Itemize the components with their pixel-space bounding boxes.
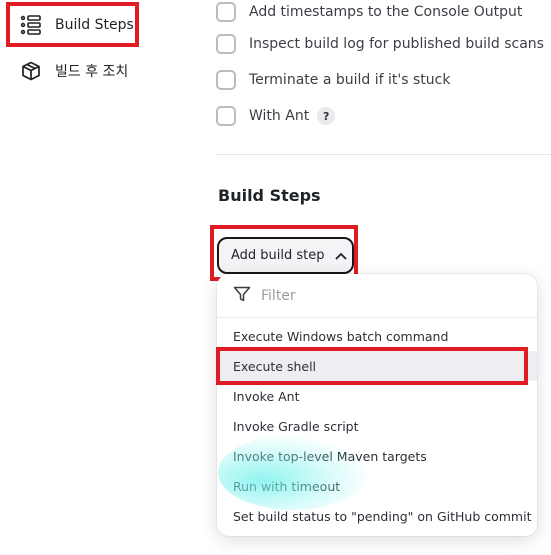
menu-item-invoke-ant[interactable]: Invoke Ant bbox=[217, 381, 537, 411]
section-title: Build Steps bbox=[218, 186, 321, 205]
checkbox[interactable] bbox=[216, 106, 236, 126]
option-with-ant[interactable]: With Ant ? bbox=[216, 104, 336, 128]
menu-item-invoke-maven[interactable]: Invoke top-level Maven targets bbox=[217, 441, 537, 471]
option-label: With Ant bbox=[249, 108, 310, 124]
menu-item-github-status[interactable]: Set build status to "pending" on GitHub … bbox=[217, 501, 537, 531]
build-step-dropdown: Execute Windows batch command Execute sh… bbox=[217, 274, 537, 536]
menu-item-windows-batch[interactable]: Execute Windows batch command bbox=[217, 321, 537, 351]
menu-item-invoke-gradle[interactable]: Invoke Gradle script bbox=[217, 411, 537, 441]
checkbox[interactable] bbox=[216, 2, 236, 22]
sidebar-item-label: 빌드 후 조치 bbox=[55, 64, 129, 80]
filter-input[interactable] bbox=[259, 286, 503, 305]
option-label: Inspect build log for published build sc… bbox=[249, 36, 544, 52]
sidebar-item-build-steps[interactable]: Build Steps bbox=[8, 6, 136, 44]
option-inspect-build-log[interactable]: Inspect build log for published build sc… bbox=[216, 32, 544, 56]
add-build-step-button[interactable]: Add build step bbox=[217, 237, 354, 274]
option-label: Add timestamps to the Console Output bbox=[249, 4, 523, 20]
sidebar: Build Steps 빌드 후 조치 bbox=[0, 0, 200, 555]
add-build-step-label: Add build step bbox=[231, 248, 325, 263]
menu-item-run-with-timeout[interactable]: Run with timeout bbox=[217, 471, 537, 501]
filter-row bbox=[217, 274, 537, 318]
list-icon bbox=[20, 14, 42, 36]
option-timestamps[interactable]: Add timestamps to the Console Output bbox=[216, 0, 522, 24]
chevron-up-icon bbox=[335, 252, 347, 260]
sidebar-item-label: Build Steps bbox=[55, 17, 134, 33]
menu-item-execute-shell[interactable]: Execute shell bbox=[217, 351, 537, 381]
checkbox[interactable] bbox=[216, 34, 236, 54]
option-terminate-stuck[interactable]: Terminate a build if it's stuck bbox=[216, 68, 450, 92]
checkbox[interactable] bbox=[216, 70, 236, 90]
help-icon[interactable]: ? bbox=[317, 107, 336, 125]
filter-icon bbox=[233, 286, 251, 306]
cube-icon bbox=[20, 60, 42, 82]
sidebar-item-post-build[interactable]: 빌드 후 조치 bbox=[8, 52, 136, 90]
section-divider bbox=[216, 154, 551, 155]
option-label: Terminate a build if it's stuck bbox=[249, 72, 451, 88]
